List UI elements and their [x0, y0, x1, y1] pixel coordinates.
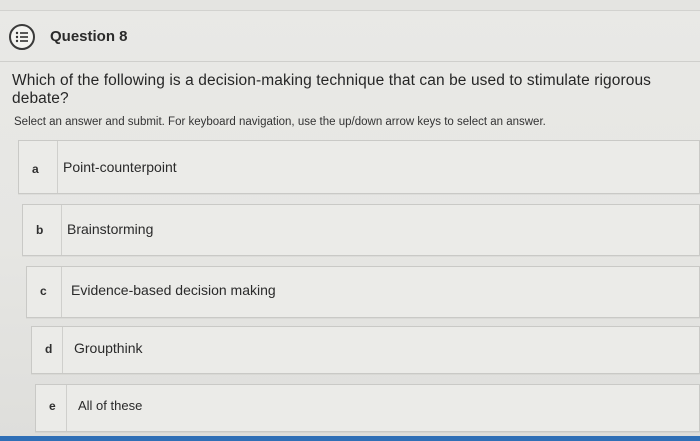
option-text: All of these	[78, 398, 143, 413]
answer-option-b[interactable]: b Brainstorming	[22, 204, 700, 256]
list-icon	[9, 24, 35, 50]
top-rule	[0, 0, 700, 11]
answer-option-a[interactable]: a Point-counterpoint	[18, 140, 700, 194]
accent-bar	[0, 436, 700, 441]
option-letter: a	[32, 162, 39, 176]
option-letter: e	[49, 399, 56, 413]
question-page: Question 8 Which of the following is a d…	[0, 0, 700, 441]
option-text: Point-counterpoint	[63, 159, 177, 175]
option-text: Brainstorming	[67, 221, 154, 237]
instruction-text: Select an answer and submit. For keyboar…	[14, 116, 546, 128]
option-letter: d	[45, 342, 53, 356]
question-text: Which of the following is a decision-mak…	[12, 72, 652, 107]
option-text: Evidence-based decision making	[71, 282, 276, 298]
answer-option-e[interactable]: e All of these	[35, 384, 700, 432]
divider	[0, 61, 700, 62]
option-letter: b	[36, 223, 44, 237]
answer-option-d[interactable]: d Groupthink	[31, 326, 700, 374]
question-title: Question 8	[50, 28, 128, 45]
option-text: Groupthink	[74, 340, 143, 356]
option-letter: c	[40, 284, 47, 298]
answer-option-c[interactable]: c Evidence-based decision making	[26, 266, 700, 318]
